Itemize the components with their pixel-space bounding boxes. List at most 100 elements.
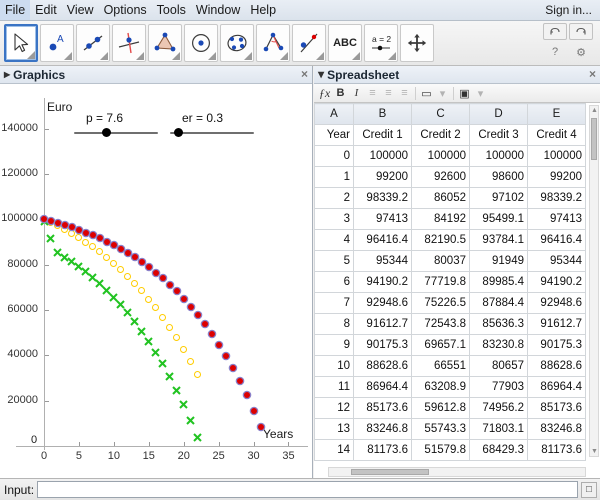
graphics-panel-header[interactable]: ▶ Graphics × — [0, 66, 312, 84]
spreadsheet-close-button[interactable]: × — [589, 68, 596, 81]
cell-A3[interactable]: 1 — [314, 166, 354, 188]
cell-B9[interactable]: 92948.6 — [353, 292, 412, 314]
cell-E14[interactable]: 85173.6 — [527, 397, 586, 419]
color-dropdown-icon[interactable]: ▾ — [473, 86, 488, 101]
redo-button[interactable] — [569, 23, 593, 40]
cell-E8[interactable]: 94190.2 — [527, 271, 586, 293]
polygon-tool[interactable] — [148, 24, 182, 62]
settings-button[interactable]: ⚙ — [569, 43, 593, 61]
cell-E13[interactable]: 86964.4 — [527, 376, 586, 398]
cell-B14[interactable]: 85173.6 — [353, 397, 412, 419]
cell-E5[interactable]: 97413 — [527, 208, 586, 230]
cell-D8[interactable]: 89985.4 — [469, 271, 528, 293]
cell-B12[interactable]: 88628.6 — [353, 355, 412, 377]
spreadsheet-grid[interactable]: ABCDE1YearCredit 1Credit 2Credit 3Credit… — [314, 103, 586, 461]
cell-C14[interactable]: 59612.8 — [411, 397, 470, 419]
slider-track-p[interactable] — [74, 132, 158, 134]
cell-D13[interactable]: 77903 — [469, 376, 528, 398]
cell-A14[interactable]: 12 — [314, 397, 354, 419]
move-tool[interactable] — [4, 24, 38, 62]
cell-E16[interactable]: 81173.6 — [527, 439, 586, 461]
cell-C2[interactable]: 100000 — [411, 145, 470, 167]
perpendicular-line-tool[interactable] — [112, 24, 146, 62]
move-graphics-tool[interactable] — [400, 24, 434, 62]
cell-E1[interactable]: Credit 4 — [527, 124, 586, 146]
cell-A9[interactable]: 7 — [314, 292, 354, 314]
cell-D5[interactable]: 95499.1 — [469, 208, 528, 230]
cell-E12[interactable]: 88628.6 — [527, 355, 586, 377]
cell-A7[interactable]: 5 — [314, 250, 354, 272]
sign-in-button[interactable]: Sign in... — [537, 3, 600, 17]
slider-knob-er[interactable] — [174, 128, 184, 137]
cell-A12[interactable]: 10 — [314, 355, 354, 377]
cell-D6[interactable]: 93784.1 — [469, 229, 528, 251]
cell-C15[interactable]: 55743.3 — [411, 418, 470, 440]
undo-button[interactable] — [543, 23, 567, 40]
cell-C10[interactable]: 72543.8 — [411, 313, 470, 335]
cell-border-button[interactable]: ▭ — [419, 86, 434, 101]
cell-A15[interactable]: 13 — [314, 418, 354, 440]
expand-triangle-icon[interactable]: ▶ — [317, 71, 326, 77]
cell-C16[interactable]: 51579.8 — [411, 439, 470, 461]
align-center-button[interactable]: ≡ — [381, 86, 396, 101]
cell-A11[interactable]: 9 — [314, 334, 354, 356]
column-header-c[interactable]: C — [411, 103, 470, 125]
point-tool[interactable]: A — [40, 24, 74, 62]
cell-A16[interactable]: 14 — [314, 439, 354, 461]
cell-D16[interactable]: 68429.3 — [469, 439, 528, 461]
cell-C3[interactable]: 92600 — [411, 166, 470, 188]
cell-B2[interactable]: 100000 — [353, 145, 412, 167]
cell-D3[interactable]: 98600 — [469, 166, 528, 188]
menu-item-options[interactable]: Options — [99, 0, 152, 20]
cell-A4[interactable]: 2 — [314, 187, 354, 209]
graphics-close-button[interactable]: × — [301, 68, 308, 81]
cell-B11[interactable]: 90175.3 — [353, 334, 412, 356]
cell-D15[interactable]: 71803.1 — [469, 418, 528, 440]
cell-D7[interactable]: 91949 — [469, 250, 528, 272]
cell-B5[interactable]: 97413 — [353, 208, 412, 230]
spreadsheet-vertical-scrollbar[interactable]: ▲ ▼ — [589, 105, 599, 457]
cell-B4[interactable]: 98339.2 — [353, 187, 412, 209]
virtual-keyboard-button[interactable]: ☐ — [581, 481, 597, 498]
cell-D12[interactable]: 80657 — [469, 355, 528, 377]
cell-E11[interactable]: 90175.3 — [527, 334, 586, 356]
cell-E7[interactable]: 95344 — [527, 250, 586, 272]
cell-C12[interactable]: 66551 — [411, 355, 470, 377]
cell-A6[interactable]: 4 — [314, 229, 354, 251]
menu-item-edit[interactable]: Edit — [30, 0, 62, 20]
align-right-button[interactable]: ≡ — [397, 86, 412, 101]
cell-D10[interactable]: 85636.3 — [469, 313, 528, 335]
column-header-e[interactable]: E — [527, 103, 586, 125]
cell-A1[interactable]: Year — [314, 124, 354, 146]
cell-B10[interactable]: 91612.7 — [353, 313, 412, 335]
cell-D2[interactable]: 100000 — [469, 145, 528, 167]
cell-B16[interactable]: 81173.6 — [353, 439, 412, 461]
scroll-down-arrow-icon[interactable]: ▼ — [591, 447, 598, 456]
cell-B6[interactable]: 96416.4 — [353, 229, 412, 251]
vertical-scrollbar-thumb[interactable] — [591, 118, 597, 160]
help-button[interactable]: ? — [543, 43, 567, 61]
cell-E6[interactable]: 96416.4 — [527, 229, 586, 251]
cell-A5[interactable]: 3 — [314, 208, 354, 230]
cell-E9[interactable]: 92948.6 — [527, 292, 586, 314]
cell-B1[interactable]: Credit 1 — [353, 124, 412, 146]
cell-B15[interactable]: 83246.8 — [353, 418, 412, 440]
menu-item-help[interactable]: Help — [245, 0, 281, 20]
cell-A2[interactable]: 0 — [314, 145, 354, 167]
border-dropdown-icon[interactable]: ▾ — [435, 86, 450, 101]
cell-E2[interactable]: 100000 — [527, 145, 586, 167]
cell-D11[interactable]: 83230.8 — [469, 334, 528, 356]
align-left-button[interactable]: ≡ — [365, 86, 380, 101]
bold-button[interactable]: B — [333, 86, 348, 101]
angle-tool[interactable] — [256, 24, 290, 62]
cell-C1[interactable]: Credit 2 — [411, 124, 470, 146]
menu-item-window[interactable]: Window — [191, 0, 245, 20]
spreadsheet-horizontal-scrollbar[interactable] — [328, 467, 586, 477]
cell-C5[interactable]: 84192 — [411, 208, 470, 230]
cell-C13[interactable]: 63208.9 — [411, 376, 470, 398]
cell-C6[interactable]: 82190.5 — [411, 229, 470, 251]
horizontal-scrollbar-thumb[interactable] — [351, 469, 429, 475]
cell-C9[interactable]: 75226.5 — [411, 292, 470, 314]
cell-E4[interactable]: 98339.2 — [527, 187, 586, 209]
slider-knob-p[interactable] — [101, 128, 111, 137]
